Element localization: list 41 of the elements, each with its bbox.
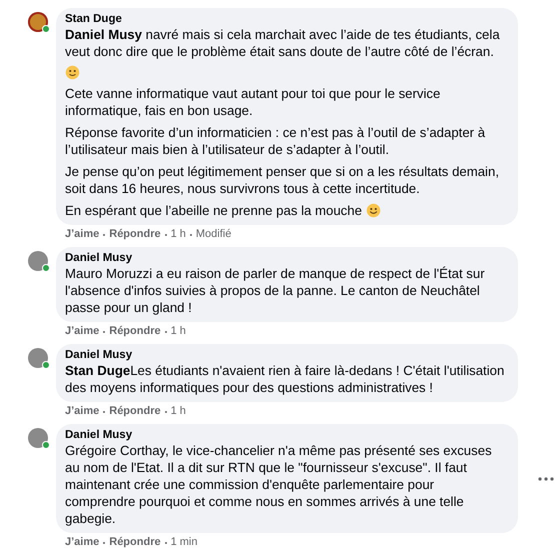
author-name[interactable]: Daniel Musy [65, 348, 508, 362]
like-link[interactable]: J’aime [65, 405, 100, 418]
comment-text: Réponse favorite d’un informaticien : ce n’est pas à l’outil de s’adapter à l’utilisateur mais bien à l’utilisateur de s’adapter à l’outil. [65, 124, 486, 158]
reply-link[interactable]: Répondre [109, 228, 161, 241]
smiley-icon [366, 203, 381, 218]
separator-dot [164, 234, 167, 236]
avatar[interactable] [28, 428, 48, 448]
reply-link[interactable]: Répondre [109, 325, 161, 338]
separator-dot [103, 234, 106, 236]
separator-dot [103, 542, 106, 544]
like-link[interactable]: J’aime [65, 228, 100, 241]
comment-text: Stan DugeLes étudiants n'avaient rien à faire là-dedans ! C'était l'utilisation des moyens informatiques pour des questions administratives ! [65, 362, 506, 396]
separator-dot [103, 330, 106, 332]
like-link[interactable]: J’aime [65, 325, 100, 338]
comment-text: Je pense qu’on peut légitimement penser que si on a les résultats demain, soit dans 16 heures, nous survivrons tous à cette incertitude. [65, 163, 500, 197]
separator-dot [164, 542, 167, 544]
separator-dot [164, 410, 167, 412]
avatar[interactable] [28, 251, 48, 271]
timestamp[interactable]: 1 h [170, 405, 186, 418]
author-name[interactable]: Daniel Musy [65, 251, 508, 265]
separator-dot [164, 330, 167, 332]
smiley-icon [65, 65, 80, 80]
separator-dot [190, 234, 192, 236]
reply-link[interactable]: Répondre [109, 405, 161, 418]
comment-text: Mauro Moruzzi a eu raison de parler de manque de respect de l'État sur l'absence d'infos suivies à propos de la panne. Le canton de Neuchâtel passe pour un gland ! [65, 265, 486, 316]
comment-text: Daniel Musy navré mais si cela marchait avec l’aide de tes étudiants, cela veut donc dire que le problème était sans doute de l’autre côté de l’écran. [65, 26, 501, 60]
like-link[interactable]: J’aime [65, 536, 100, 549]
avatar[interactable] [28, 12, 48, 32]
timestamp[interactable]: 1 h [170, 325, 186, 338]
separator-dot [103, 410, 106, 412]
comment-text: En espérant que l’abeille ne prenne pas la mouche [65, 202, 508, 219]
reply-link[interactable]: Répondre [109, 536, 161, 549]
timestamp[interactable]: 1 min [170, 536, 198, 549]
author-name[interactable]: Daniel Musy [65, 428, 508, 442]
avatar[interactable] [28, 348, 48, 368]
comment-text: Grégoire Corthay, le vice-chancelier n'a même pas présenté ses excuses au nom de l'Etat. Il a dit sur RTN que le "fournisseur s'excuse". Il faut maintenant crée une commission d'enquête parlementaire pour comprendre pourquoi et comme nous en sommes arrivés à une telle gabegie. [65, 442, 493, 527]
timestamp[interactable]: 1 h [170, 228, 186, 241]
comment-text: Cete vanne informatique vaut autant pour toi que pour le service informatique, fais en bon usage. [65, 85, 442, 119]
more-options-icon[interactable] [538, 476, 554, 480]
author-name[interactable]: Stan Duge [65, 12, 508, 26]
edited-label: Modifié [196, 228, 232, 241]
